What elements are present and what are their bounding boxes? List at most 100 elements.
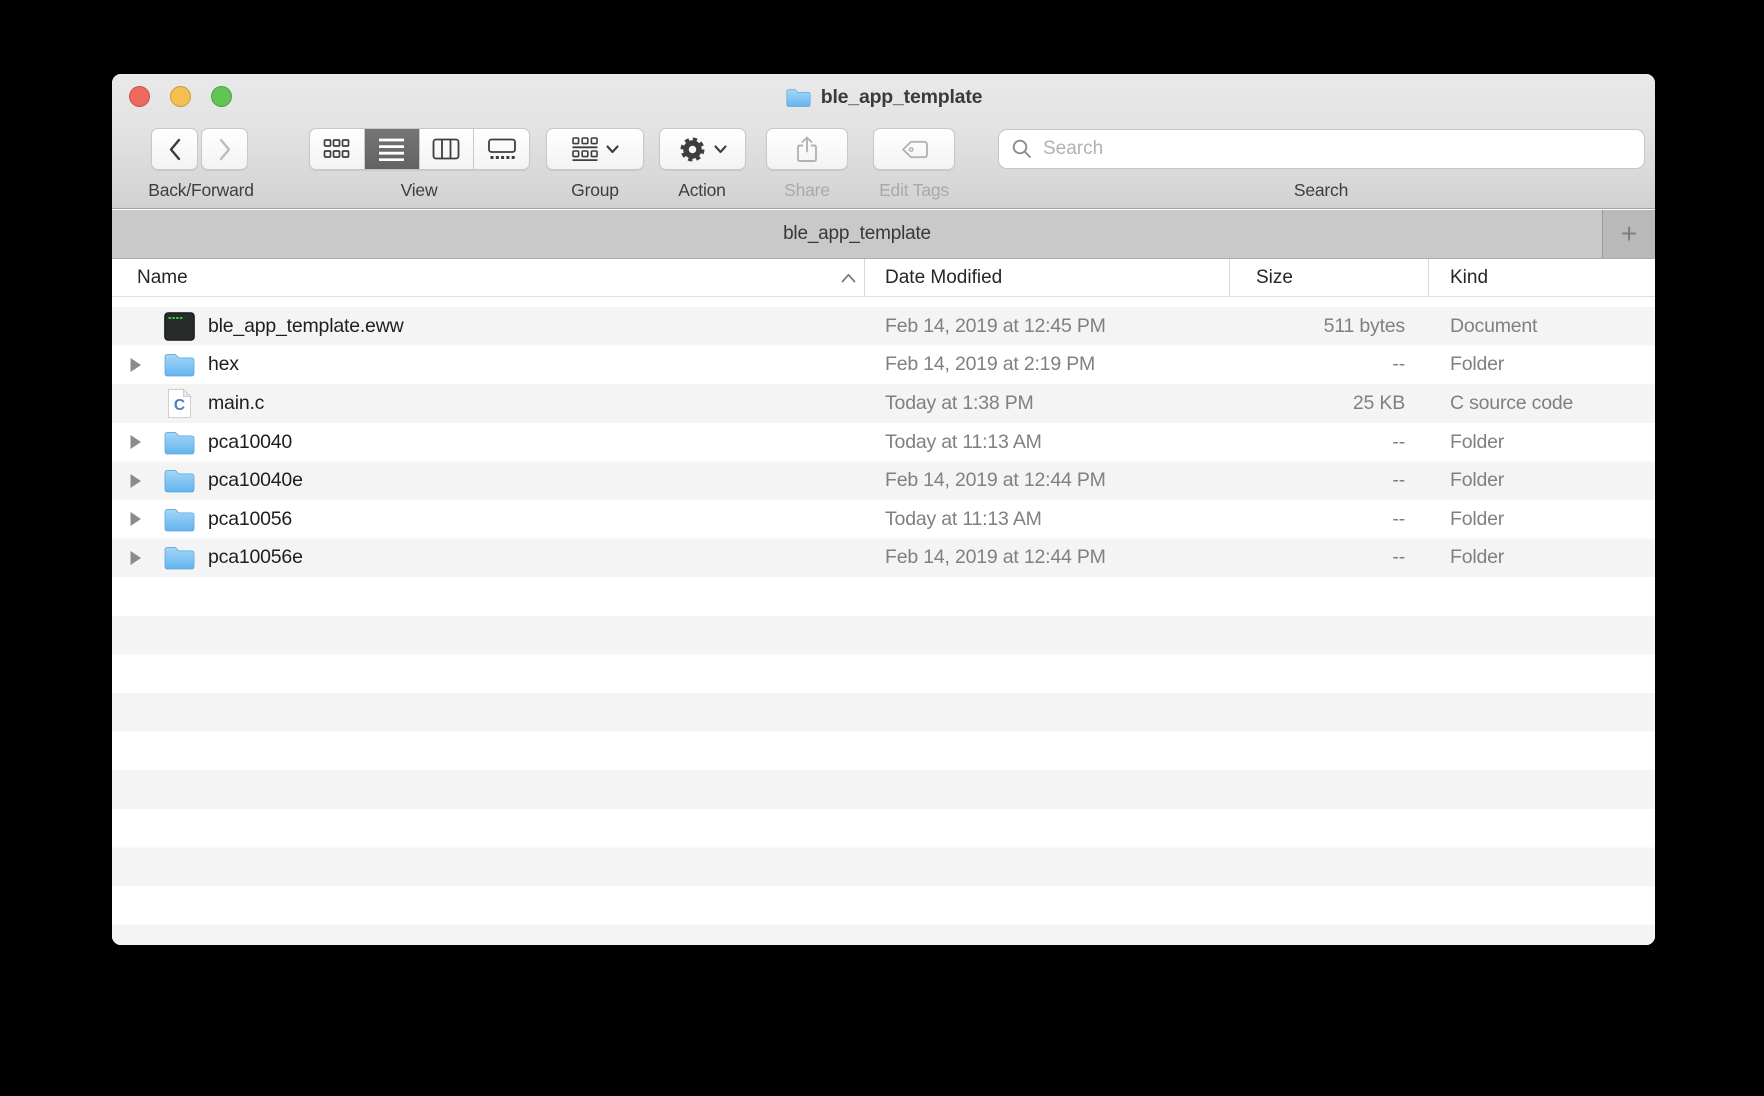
chevron-down-icon [714,145,727,154]
forward-button[interactable] [201,128,248,170]
file-size: 511 bytes [1230,315,1429,338]
title-bar[interactable]: ble_app_template [112,74,1655,120]
window-title: ble_app_template [821,86,983,109]
file-kind: Folder [1429,431,1655,454]
column-header-date-modified[interactable]: Date Modified [865,259,1230,296]
search-field[interactable] [998,129,1645,169]
file-size: -- [1230,353,1429,376]
file-name: pca10056 [208,508,292,531]
desktop-background: { "window": { "title": "ble_app_template… [0,0,1764,1096]
folder-icon [163,429,196,456]
toolbar: Back/Forward [112,120,1655,208]
chevron-left-icon [168,138,182,161]
file-row[interactable]: hex Feb 14, 2019 at 2:19 PM -- Folder [112,346,1655,385]
new-tab-button[interactable]: + [1603,210,1655,258]
back-forward-label: Back/Forward [148,180,254,201]
group-icon [572,137,598,161]
file-kind: C source code [1429,392,1655,415]
file-date-modified: Today at 1:38 PM [865,392,1230,415]
view-label: View [401,180,438,201]
file-size: -- [1230,546,1429,569]
back-button[interactable] [151,128,198,170]
view-segmented-control [309,128,530,170]
disclosure-triangle-icon[interactable] [130,473,142,488]
share-icon [794,135,820,164]
column-header-kind[interactable]: Kind [1429,259,1655,296]
disclosure-triangle-icon[interactable] [130,550,142,565]
file-kind: Folder [1429,508,1655,531]
file-name: pca10056e [208,546,303,569]
file-size: -- [1230,508,1429,531]
c-source-icon: C [167,388,192,419]
search-input[interactable] [1041,137,1632,161]
edit-tags-button[interactable] [873,128,955,170]
file-row[interactable]: C main.c Today at 1:38 PM 25 KB C source… [112,384,1655,423]
file-row[interactable]: pca10056e Feb 14, 2019 at 12:44 PM -- Fo… [112,539,1655,578]
chevron-right-icon [218,138,232,161]
file-row[interactable]: pca10040e Feb 14, 2019 at 12:44 PM -- Fo… [112,461,1655,500]
share-label: Share [784,180,830,201]
gear-icon [679,136,706,163]
file-kind: Folder [1429,353,1655,376]
disclosure-triangle-icon[interactable] [130,435,142,450]
view-columns-segment[interactable] [420,129,475,169]
group-label: Group [571,180,619,201]
file-list: ble_app_template.eww Feb 14, 2019 at 12:… [112,297,1655,945]
file-name: hex [208,353,239,376]
edit-tags-label: Edit Tags [879,180,949,201]
file-name: ble_app_template.eww [208,315,403,338]
file-row[interactable]: pca10040 Today at 11:13 AM -- Folder [112,423,1655,462]
file-kind: Folder [1429,546,1655,569]
file-date-modified: Feb 14, 2019 at 2:19 PM [865,353,1230,376]
file-row[interactable]: pca10056 Today at 11:13 AM -- Folder [112,500,1655,539]
disclosure-triangle-icon[interactable] [130,357,142,372]
sort-ascending-icon [841,273,856,283]
list-view-icon [378,137,405,161]
share-button[interactable] [766,128,848,170]
file-name: pca10040e [208,469,303,492]
view-list-segment[interactable] [365,129,420,169]
file-date-modified: Feb 14, 2019 at 12:44 PM [865,469,1230,492]
file-date-modified: Today at 11:13 AM [865,508,1230,531]
window-chrome: ble_app_template Back/Forward [112,74,1655,209]
file-icon [162,426,196,458]
folder-icon [163,467,196,494]
tab-title: ble_app_template [783,223,931,245]
action-button[interactable] [659,128,746,170]
file-kind: Document [1429,315,1655,338]
gallery-view-icon [487,138,517,160]
icon-view-icon [323,138,350,160]
action-label: Action [678,180,725,201]
group-button[interactable] [546,128,644,170]
file-date-modified: Feb 14, 2019 at 12:44 PM [865,546,1230,569]
view-icons-segment[interactable] [310,129,365,169]
view-gallery-segment[interactable] [474,129,529,169]
file-size: -- [1230,469,1429,492]
file-icon [162,310,196,342]
folder-icon [163,506,196,533]
tab-active[interactable]: ble_app_template [112,210,1603,258]
proxy-folder-icon[interactable] [785,87,812,108]
search-icon [1011,138,1033,160]
tag-icon [899,139,929,160]
file-size: -- [1230,431,1429,454]
file-kind: Folder [1429,469,1655,492]
disclosure-triangle-icon[interactable] [130,512,142,527]
finder-window: ble_app_template Back/Forward [112,74,1655,945]
folder-icon [163,544,196,571]
file-date-modified: Feb 14, 2019 at 12:45 PM [865,315,1230,338]
file-icon [162,542,196,574]
column-header-name[interactable]: Name [112,259,865,296]
file-row[interactable]: ble_app_template.eww Feb 14, 2019 at 12:… [112,307,1655,346]
column-header-size[interactable]: Size [1230,259,1429,296]
iar-workspace-icon [164,312,195,341]
plus-icon: + [1621,220,1637,248]
search-label: Search [1294,180,1348,201]
chevron-down-icon [606,145,619,154]
folder-icon [163,351,196,378]
file-icon [162,465,196,497]
svg-text:C: C [173,397,184,414]
file-date-modified: Today at 11:13 AM [865,431,1230,454]
file-name: main.c [208,392,264,415]
file-icon [162,503,196,535]
